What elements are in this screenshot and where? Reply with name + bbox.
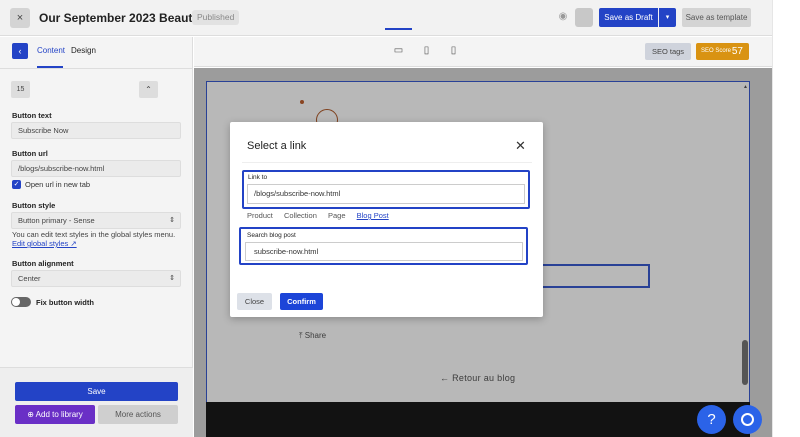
- tab-design[interactable]: Design: [71, 46, 96, 55]
- fix-width-toggle[interactable]: [11, 297, 31, 307]
- search-input[interactable]: subscribe-now.html: [245, 242, 523, 261]
- close-icon: ×: [16, 12, 24, 24]
- sidebar-footer: [0, 367, 193, 437]
- button-url-label: Button url: [12, 149, 48, 158]
- chat-button[interactable]: [733, 405, 762, 434]
- link-to-label: Link to: [248, 174, 268, 181]
- status-badge: Published: [192, 10, 240, 25]
- fix-width-label: Fix button width: [36, 298, 94, 307]
- button-style-label: Button style: [12, 201, 56, 210]
- tab-product[interactable]: Product: [247, 211, 273, 220]
- button-alignment-value: Center: [18, 274, 41, 283]
- search-blog-post-field: Search blog post subscribe-now.html: [239, 227, 528, 265]
- save-template-button[interactable]: Save as template: [682, 8, 751, 27]
- sidebar: ‹ Content Design 15 ⌃ Button text Subscr…: [0, 37, 193, 437]
- top-bar: × Our September 2023 Beauty Pl... Publis…: [0, 0, 772, 36]
- number-value-box[interactable]: 15: [11, 81, 30, 98]
- add-to-library-button[interactable]: ⊕ Add to library: [15, 405, 95, 424]
- seo-score-label: SEO Score: [701, 48, 732, 54]
- desktop-icon[interactable]: ▭: [392, 45, 405, 58]
- tab-page[interactable]: Page: [328, 211, 346, 220]
- open-new-tab-checkbox[interactable]: ✓: [12, 180, 21, 189]
- helper-text: You can edit text styles in the global s…: [12, 230, 182, 248]
- button-url-input[interactable]: /blogs/subscribe-now.html: [11, 160, 181, 177]
- button-style-value: Button primary - Sense: [18, 216, 95, 225]
- eye-icon[interactable]: ◉: [556, 11, 570, 25]
- button-text-input[interactable]: Subscribe Now: [11, 122, 181, 139]
- select-arrow-icon: ⇕: [169, 275, 175, 282]
- link-type-tabs: Product Collection Page Blog Post: [247, 211, 398, 220]
- chevron-up-icon[interactable]: ⌃: [139, 81, 158, 98]
- button-alignment-label: Button alignment: [12, 259, 74, 268]
- close-button[interactable]: Close: [237, 293, 272, 310]
- edit-global-styles-link[interactable]: Edit global styles ↗: [12, 239, 77, 248]
- open-new-tab-label: Open url in new tab: [25, 180, 91, 189]
- canvas-toolbar: ▭ ▯ ▯ SEO tags SEO Score 57: [194, 37, 772, 67]
- select-link-modal: Select a link ✕ Link to /blogs/subscribe…: [230, 122, 543, 317]
- search-blog-post-label: Search blog post: [247, 232, 296, 239]
- select-arrow-icon: ⇕: [169, 217, 175, 224]
- tab-collection[interactable]: Collection: [284, 211, 317, 220]
- chat-icon: [741, 413, 754, 426]
- seo-tags-button[interactable]: SEO tags: [645, 43, 691, 60]
- seo-score-value: 57: [731, 46, 743, 57]
- save-button[interactable]: Save: [15, 382, 178, 401]
- robot-icon[interactable]: [575, 8, 593, 27]
- chevron-down-icon[interactable]: ▾: [659, 8, 676, 27]
- helper-text-body: You can edit text styles in the global s…: [12, 230, 176, 239]
- link-to-input[interactable]: /blogs/subscribe-now.html: [247, 184, 525, 204]
- confirm-button[interactable]: Confirm: [280, 293, 323, 310]
- save-draft-button[interactable]: Save as Draft: [599, 8, 658, 27]
- modal-title: Select a link: [247, 140, 307, 152]
- back-button[interactable]: ‹: [12, 43, 28, 59]
- close-editor-button[interactable]: ×: [10, 8, 30, 28]
- mobile-icon[interactable]: ▯: [447, 45, 460, 58]
- tab-content[interactable]: Content: [37, 46, 65, 55]
- button-text-label: Button text: [12, 111, 52, 120]
- close-icon[interactable]: ✕: [515, 138, 526, 154]
- check-icon: ✓: [13, 181, 20, 188]
- tablet-icon[interactable]: ▯: [420, 45, 433, 58]
- toggle-knob: [12, 298, 20, 306]
- more-actions-button[interactable]: More actions: [98, 405, 178, 424]
- button-alignment-select[interactable]: Center ⇕: [11, 270, 181, 287]
- help-button[interactable]: ?: [697, 405, 726, 434]
- link-to-field: Link to /blogs/subscribe-now.html: [242, 170, 530, 209]
- button-style-select[interactable]: Button primary - Sense ⇕: [11, 212, 181, 229]
- tab-blog-post[interactable]: Blog Post: [357, 211, 389, 220]
- seo-score-badge[interactable]: SEO Score 57: [696, 43, 749, 60]
- divider: [0, 68, 193, 69]
- device-active-indicator: [385, 28, 412, 30]
- divider: [242, 162, 532, 163]
- window-edge: [772, 0, 800, 437]
